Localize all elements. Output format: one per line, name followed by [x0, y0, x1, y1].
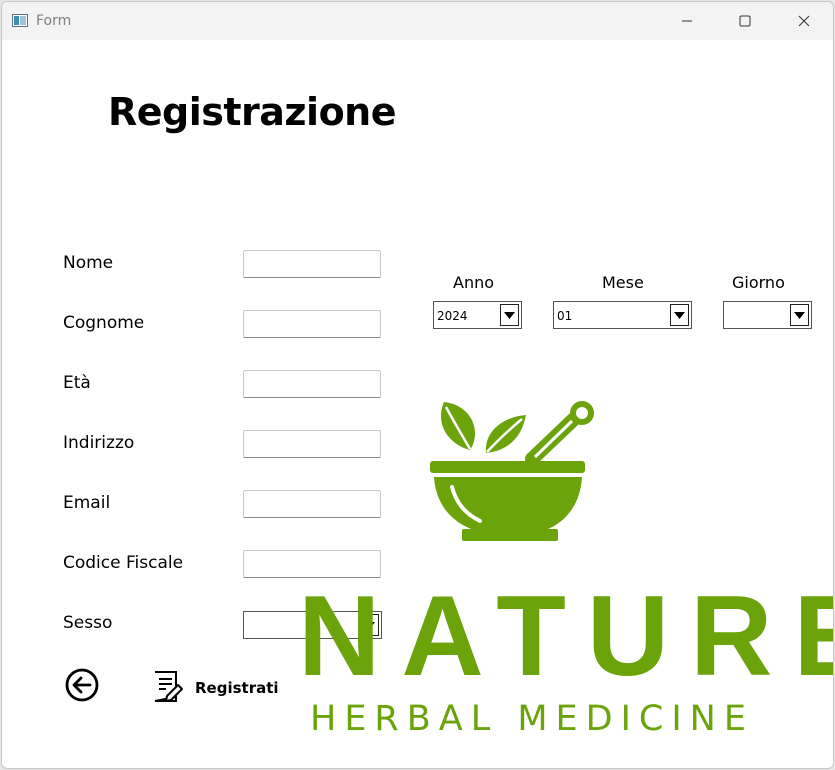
mese-dropdown-button[interactable]	[670, 304, 689, 326]
nome-input[interactable]	[243, 250, 381, 278]
chevron-down-icon	[674, 311, 685, 319]
sesso-label: Sesso	[63, 613, 113, 633]
mese-selected-value: 01	[557, 309, 573, 323]
eta-input[interactable]	[243, 370, 381, 398]
brand-tagline: HERBAL MEDICINE	[310, 699, 754, 739]
maximize-button[interactable]	[716, 2, 774, 40]
eta-label: Età	[63, 373, 91, 393]
email-input[interactable]	[243, 490, 381, 518]
giorno-dropdown-button[interactable]	[790, 304, 809, 326]
close-icon	[798, 15, 810, 27]
cognome-label: Cognome	[63, 313, 145, 333]
anno-selected-value: 2024	[437, 309, 468, 323]
brand-name: NATURE	[298, 573, 834, 700]
close-button[interactable]	[775, 2, 833, 40]
register-button-label: Registrati	[195, 679, 279, 697]
maximize-icon	[739, 15, 751, 27]
form-window: Form Registrazione Nome Cognome Età Indi…	[1, 1, 834, 769]
minimize-icon	[682, 20, 692, 22]
email-label: Email	[63, 493, 111, 513]
minimize-button[interactable]	[658, 2, 716, 40]
giorno-label: Giorno	[732, 273, 785, 292]
anno-label: Anno	[453, 273, 495, 292]
app-icon	[12, 14, 28, 27]
codice-fiscale-label: Codice Fiscale	[63, 553, 184, 573]
chevron-down-icon	[794, 311, 805, 319]
window-title: Form	[36, 13, 72, 29]
arrow-left-circle-icon	[65, 668, 99, 702]
indirizzo-label: Indirizzo	[63, 433, 135, 453]
cognome-input[interactable]	[243, 310, 381, 338]
title-bar: Form	[2, 2, 833, 40]
nome-label: Nome	[63, 253, 114, 273]
mese-select[interactable]: 01	[553, 301, 692, 329]
indirizzo-input[interactable]	[243, 430, 381, 458]
chevron-down-icon	[504, 311, 515, 319]
page-title: Registrazione	[108, 90, 397, 134]
anno-dropdown-button[interactable]	[500, 304, 519, 326]
back-button[interactable]	[64, 667, 100, 703]
giorno-select[interactable]	[723, 301, 812, 329]
mese-label: Mese	[602, 273, 644, 292]
document-edit-icon	[154, 671, 183, 702]
mortar-pestle-leaves-icon	[430, 401, 594, 541]
anno-select[interactable]: 2024	[433, 301, 522, 329]
